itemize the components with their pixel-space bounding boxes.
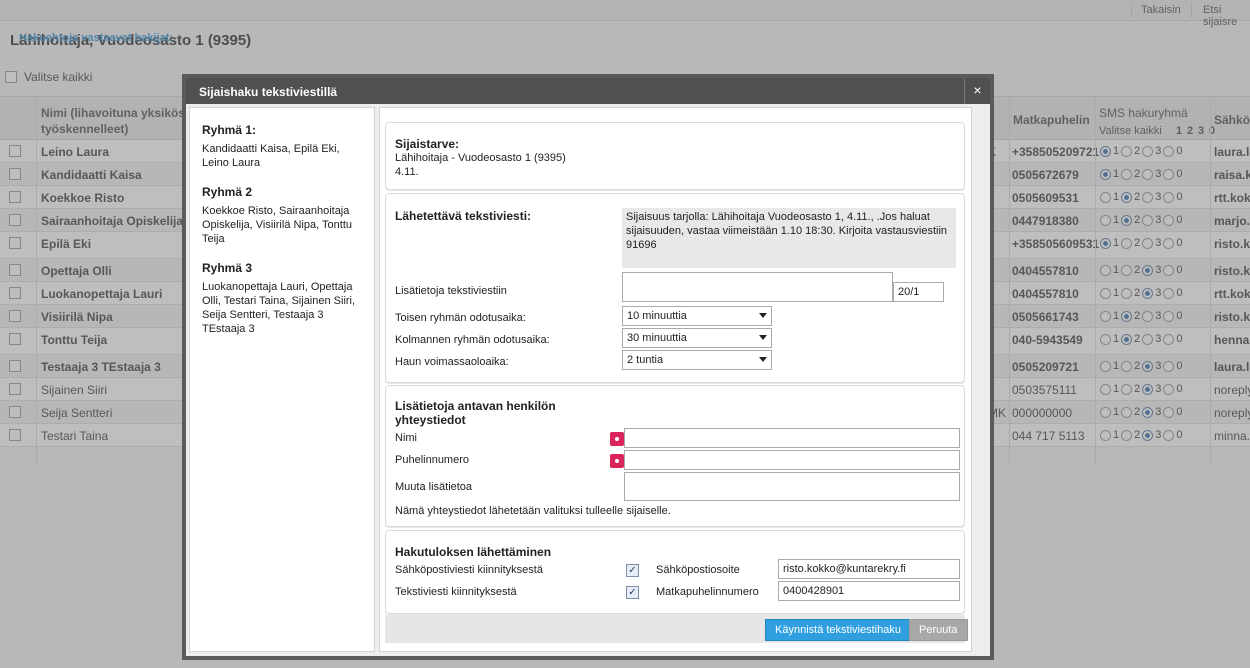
sms-char-counter: 20/1	[893, 282, 944, 302]
sms-heading: Lähetettävä tekstiviesti:	[395, 209, 532, 223]
group-1-heading: Ryhmä 1:	[202, 123, 257, 137]
validity-select[interactable]: 2 tuntia	[622, 350, 772, 370]
wait2-value: 10 minuuttia	[627, 310, 687, 322]
required-icon	[610, 432, 624, 446]
results-heading: Hakutuloksen lähettäminen	[395, 545, 552, 559]
contact-phone-input[interactable]	[624, 450, 960, 470]
group-2-members: Koekkoe Risto, Sairaanhoitaja Opiskelija…	[202, 205, 352, 245]
required-icon	[610, 454, 624, 468]
email-address-input[interactable]: risto.kokko@kuntarekry.fi	[778, 559, 960, 579]
sms-extra-textarea[interactable]	[622, 272, 893, 302]
email-notify-label: Sähköpostiviesti kiinnityksestä	[395, 564, 543, 576]
need-section: Sijaistarve: Lähihoitaja - Vuodeosasto 1…	[385, 122, 965, 190]
contact-other-textarea[interactable]	[624, 472, 960, 501]
mobile-number-input[interactable]: 0400428901	[778, 581, 960, 601]
sms-notify-label: Tekstiviesti kiinnityksestä	[395, 586, 517, 598]
need-heading: Sijaistarve:	[395, 137, 460, 151]
contact-note: Nämä yhteystiedot lähetetään valituksi t…	[395, 505, 671, 517]
contact-name-label: Nimi	[395, 432, 417, 444]
validity-value: 2 tuntia	[627, 354, 664, 366]
wait3-value: 30 minuuttia	[627, 332, 687, 344]
start-sms-search-button[interactable]: Käynnistä tekstiviestihaku	[765, 619, 911, 641]
chevron-down-icon	[759, 335, 767, 340]
chevron-down-icon	[759, 313, 767, 318]
need-date: 4.11.	[395, 166, 419, 178]
group-3-heading: Ryhmä 3	[202, 261, 253, 275]
contact-phone-label: Puhelinnumero	[395, 454, 469, 466]
sms-search-dialog: Sijaishaku tekstiviestillä × Ryhmä 1: Ka…	[182, 74, 994, 660]
mobile-number-label: Matkapuhelinnumero	[656, 586, 759, 598]
contact-heading: Lisätietoja antavan henkilön yhteystiedo…	[395, 399, 556, 427]
sms-extra-label: Lisätietoja tekstiviestiin	[395, 285, 507, 297]
wait2-label: Toisen ryhmän odotusaika:	[395, 312, 526, 324]
sms-notify-checkbox[interactable]: ✓	[626, 586, 639, 599]
chevron-down-icon	[759, 357, 767, 362]
cancel-button[interactable]: Peruuta	[909, 619, 968, 641]
dialog-body: Ryhmä 1: Kandidaatti Kaisa, Epilä Eki, L…	[186, 104, 990, 656]
need-position: Lähihoitaja - Vuodeosasto 1 (9395)	[395, 152, 566, 164]
dialog-title: Sijaishaku tekstiviestillä	[199, 85, 338, 99]
contact-other-label: Muuta lisätietoa	[395, 481, 473, 493]
contact-name-input[interactable]	[624, 428, 960, 448]
sms-message-preview: Sijaisuus tarjolla: Lähihoitaja Vuodeosa…	[622, 208, 956, 268]
group-1-members: Kandidaatti Kaisa, Epilä Eki, Leino Laur…	[202, 143, 340, 169]
wait3-label: Kolmannen ryhmän odotusaika:	[395, 334, 550, 346]
validity-label: Haun voimassaoloaika:	[395, 356, 509, 368]
wait3-select[interactable]: 30 minuuttia	[622, 328, 772, 348]
groups-panel: Ryhmä 1: Kandidaatti Kaisa, Epilä Eki, L…	[189, 107, 375, 652]
wait2-select[interactable]: 10 minuuttia	[622, 306, 772, 326]
dialog-titlebar: Sijaishaku tekstiviestillä ×	[186, 78, 990, 104]
group-2-heading: Ryhmä 2	[202, 185, 253, 199]
sms-section: Lähetettävä tekstiviesti: Sijaisuus tarj…	[385, 193, 965, 383]
close-button[interactable]: ×	[964, 78, 990, 104]
contact-section: Lisätietoja antavan henkilön yhteystiedo…	[385, 385, 965, 527]
email-address-label: Sähköpostiosoite	[656, 564, 740, 576]
email-notify-checkbox[interactable]: ✓	[626, 564, 639, 577]
results-section: Hakutuloksen lähettäminen Sähköpostivies…	[385, 530, 965, 614]
dialog-footer: Käynnistä tekstiviestihaku Peruuta	[385, 615, 968, 643]
form-panel: Sijaistarve: Lähihoitaja - Vuodeosasto 1…	[379, 107, 972, 652]
group-3-members: Luokanopettaja Lauri, Opettaja Olli, Tes…	[202, 281, 356, 335]
